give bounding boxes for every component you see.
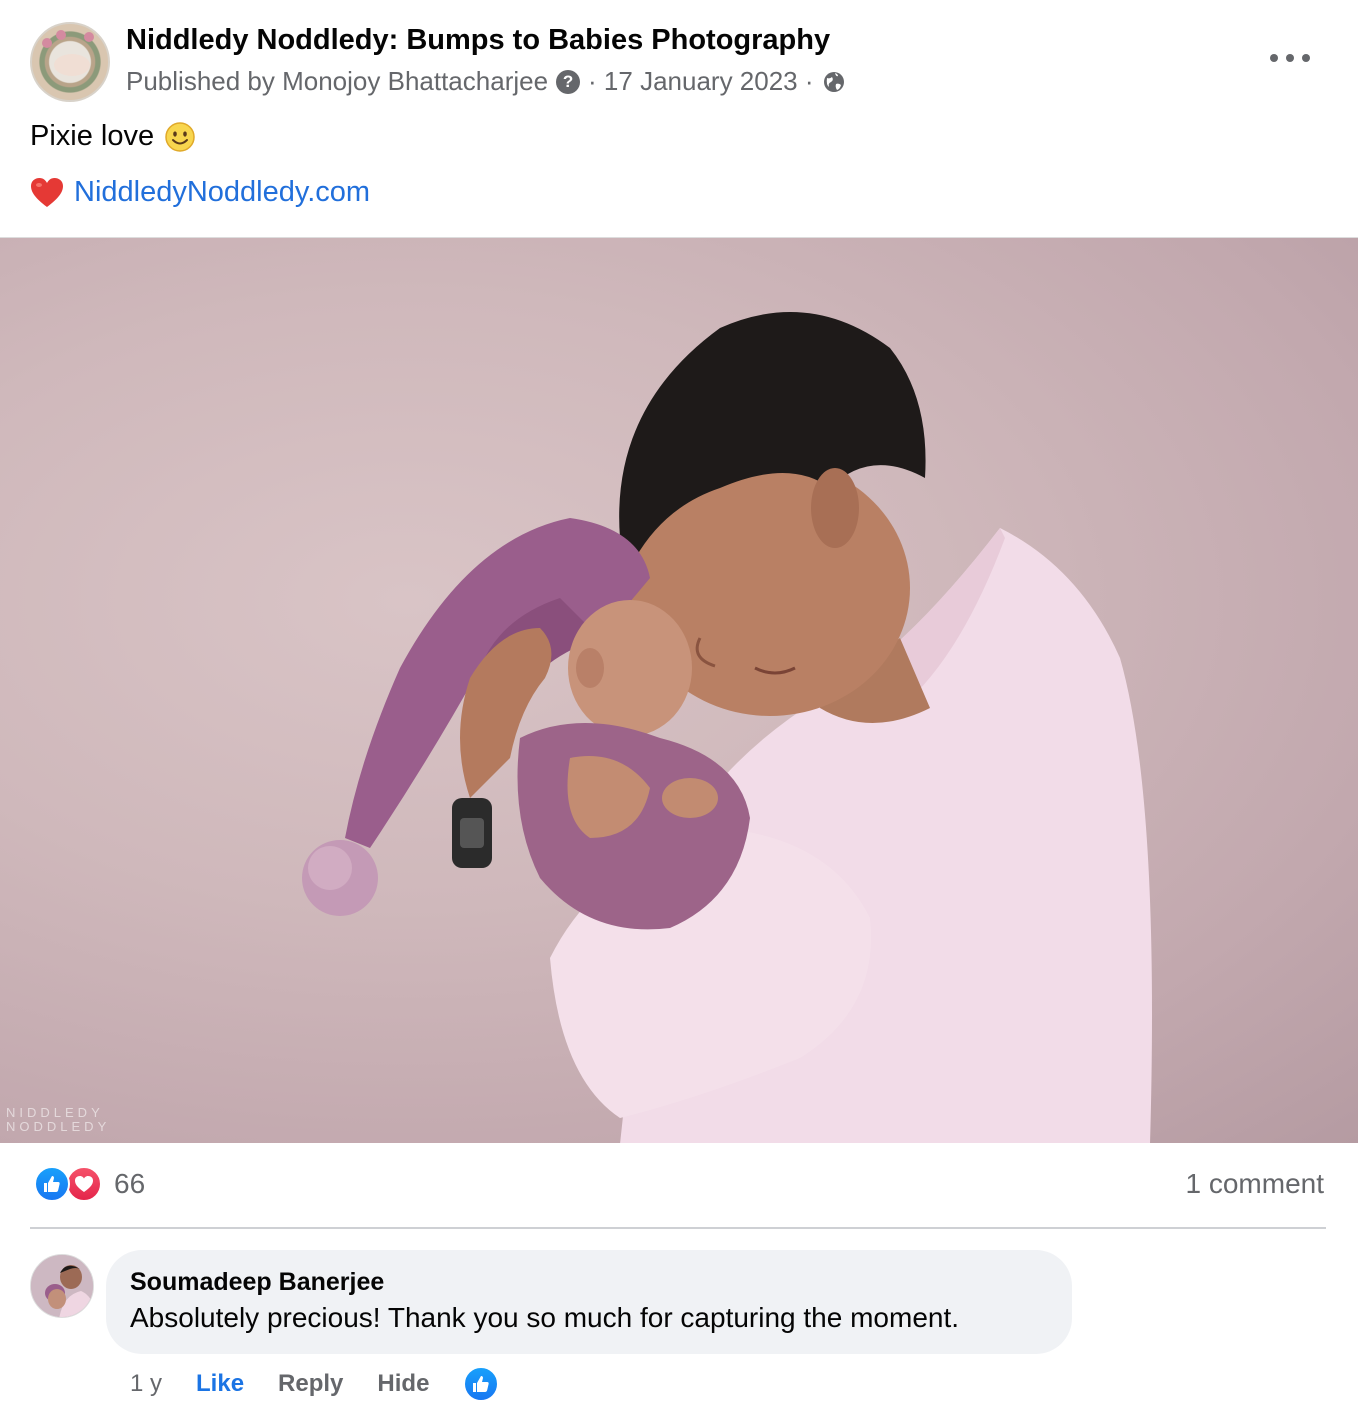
reaction-count: 66 [114, 1168, 146, 1199]
post-text: Pixie love [30, 120, 196, 153]
comment-hide-button[interactable]: Hide [377, 1370, 429, 1398]
page-name[interactable]: Niddledy Noddledy: Bumps to Babies Photo… [126, 24, 830, 57]
comment-bubble: Soumadeep Banerjee Absolutely precious! … [106, 1250, 1072, 1354]
link-row: NiddledyNoddledy.com [30, 176, 370, 209]
photo-watermark: NIDDLEDY NODDLEDY [6, 1106, 110, 1134]
comment-like-reaction-icon[interactable] [463, 1366, 500, 1402]
comment-reply-button[interactable]: Reply [278, 1370, 343, 1398]
dot [1302, 54, 1310, 62]
watermark-line: NIDDLEDY [6, 1105, 104, 1120]
red-heart-emoji-icon [30, 177, 64, 209]
smile-emoji-icon [164, 121, 196, 153]
post-photo[interactable]: NIDDLEDY NODDLEDY [0, 237, 1358, 1143]
commenter-name[interactable]: Soumadeep Banerjee [130, 1268, 384, 1297]
dot [1286, 54, 1294, 62]
avatar-baby-image [54, 54, 90, 76]
more-options-icon[interactable] [1270, 46, 1310, 70]
website-link[interactable]: NiddledyNoddledy.com [74, 176, 370, 209]
comment-age[interactable]: 1 y [130, 1370, 162, 1398]
post-meta: Published by Monojoy Bhattacharjee ? · 1… [126, 66, 846, 97]
globe-icon[interactable] [822, 70, 846, 94]
post-caption: Pixie love [30, 120, 155, 152]
photo-illustration [302, 312, 1152, 1143]
avatar-flower-decoration [42, 38, 52, 48]
published-by[interactable]: Published by Monojoy Bhattacharjee [126, 66, 548, 97]
avatar-flower-decoration [56, 30, 66, 40]
avatar-flower-decoration [84, 32, 94, 42]
watermark-line: NODDLEDY [6, 1119, 111, 1134]
facebook-post: Niddledy Noddledy: Bumps to Babies Photo… [0, 0, 1358, 1404]
comment-actions: 1 y Like Reply Hide [130, 1366, 500, 1402]
dot [1270, 54, 1278, 62]
reactions-summary[interactable]: 66 [34, 1166, 145, 1202]
commenter-avatar[interactable] [30, 1254, 94, 1318]
like-icon [34, 1166, 70, 1202]
love-icon [66, 1166, 102, 1202]
page-avatar[interactable] [30, 22, 110, 102]
comment-like-button[interactable]: Like [196, 1370, 244, 1398]
post-date[interactable]: · 17 January 2023 · [588, 66, 813, 97]
comment-count[interactable]: 1 comment [1186, 1168, 1325, 1200]
comment-text: Absolutely precious! Thank you so much f… [130, 1302, 960, 1333]
help-icon[interactable]: ? [556, 69, 581, 94]
divider [30, 1227, 1326, 1229]
